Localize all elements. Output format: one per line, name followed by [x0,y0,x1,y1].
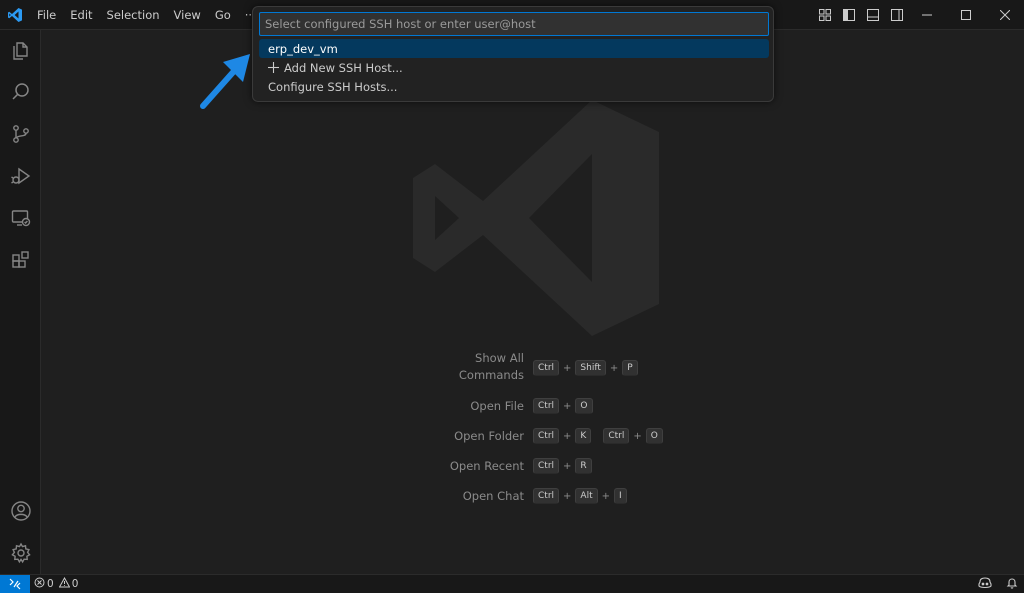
toggle-panel-icon[interactable] [864,6,882,24]
menu-bar: File Edit Selection View Go ··· [30,0,263,30]
key: Shift [575,360,606,376]
shortcut-label: Open File [470,399,524,413]
ssh-host-input[interactable] [259,12,769,36]
menu-file[interactable]: File [30,0,63,30]
menu-selection[interactable]: Selection [100,0,167,30]
shortcut-keys: Ctrl + Shift + P [533,360,638,376]
key: K [575,428,592,444]
search-icon[interactable] [0,72,41,112]
remote-explorer-icon[interactable] [0,198,41,238]
shortcut-label: Open Chat [462,489,524,503]
key: Ctrl [533,458,560,474]
source-control-icon[interactable] [0,114,41,154]
key: Ctrl [533,428,560,444]
explorer-icon[interactable] [0,30,41,70]
customize-layout-icon[interactable] [816,6,834,24]
menu-go[interactable]: Go [208,0,238,30]
maximize-icon[interactable] [946,0,985,30]
accounts-icon[interactable] [0,491,41,531]
shortcut-label: Open Folder [454,429,524,443]
menu-view[interactable]: View [167,0,208,30]
activity-bar [0,30,41,574]
extensions-icon[interactable] [0,240,41,280]
window-controls [907,0,1024,30]
copilot-icon[interactable] [978,577,992,592]
toggle-secondary-sidebar-icon[interactable] [888,6,906,24]
key: Ctrl [533,398,560,414]
shortcut-keys: Ctrl + O [533,398,593,414]
notifications-bell-icon[interactable] [1006,577,1018,592]
shortcut-label: Commands [458,368,524,382]
ssh-host-item-erp-dev-vm[interactable]: erp_dev_vm [259,39,769,58]
warning-count: 0 [71,578,79,590]
add-new-ssh-host-item[interactable]: Add New SSH Host... [259,58,769,77]
status-bar: 0 0 [0,574,1024,593]
shortcut-keys: Ctrl + R [533,458,592,474]
key: Ctrl [603,428,630,444]
shortcut-keys: Ctrl + Alt + I [533,488,627,504]
vscode-watermark-icon [413,100,659,336]
toggle-primary-sidebar-icon[interactable] [840,6,858,24]
layout-controls [816,0,906,30]
key: Alt [575,488,598,504]
warning-icon [58,576,71,591]
run-debug-icon[interactable] [0,156,41,196]
close-icon[interactable] [985,0,1024,30]
settings-gear-icon[interactable] [0,533,41,573]
shortcut-label: Open Recent [449,459,524,473]
key: R [575,458,592,474]
plus-icon [268,62,279,73]
key: P [622,360,638,376]
vscode-logo-icon [0,0,30,30]
annotation-arrow-icon [200,54,250,109]
key: I [613,488,627,504]
error-icon [34,577,45,591]
configure-ssh-hosts-item[interactable]: Configure SSH Hosts... [259,77,769,96]
add-new-ssh-host-label: Add New SSH Host... [284,60,403,75]
editor-area: Show All Commands Ctrl + Shift + P Open … [41,30,1024,574]
key: Ctrl [533,360,560,376]
shortcut-keys: Ctrl + K Ctrl + O [533,428,663,444]
remote-indicator-icon[interactable] [0,574,30,593]
key: Ctrl [533,488,560,504]
error-count: 0 [47,578,54,590]
ssh-host-label: erp_dev_vm [268,41,338,56]
key: O [575,398,593,414]
shortcut-label: Show All [475,351,524,365]
menu-edit[interactable]: Edit [63,0,99,30]
configure-ssh-hosts-label: Configure SSH Hosts... [268,79,398,94]
key: O [645,428,663,444]
ssh-host-quick-pick: erp_dev_vm Add New SSH Host... Configure… [252,6,774,102]
status-bar-right [978,575,1018,593]
minimize-icon[interactable] [907,0,946,30]
problems-indicator[interactable]: 0 0 [30,576,82,591]
